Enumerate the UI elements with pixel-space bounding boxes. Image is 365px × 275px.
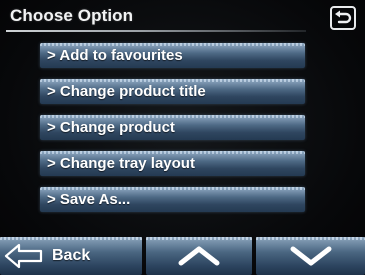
menu-item-change-tray-layout[interactable]: > Change tray layout bbox=[40, 151, 305, 176]
options-menu: > Add to favourites > Change product tit… bbox=[40, 43, 305, 223]
header-divider bbox=[6, 30, 306, 32]
page-title: Choose Option bbox=[10, 6, 134, 25]
menu-item-add-to-favourites[interactable]: > Add to favourites bbox=[40, 43, 305, 68]
chevron-up-icon bbox=[177, 245, 221, 267]
footer-bar: Back bbox=[0, 237, 365, 275]
return-button[interactable] bbox=[330, 6, 356, 30]
menu-item-save-as[interactable]: > Save As... bbox=[40, 187, 305, 212]
arrow-left-icon bbox=[4, 243, 44, 269]
back-label: Back bbox=[52, 247, 91, 264]
header: Choose Option bbox=[0, 0, 365, 38]
chevron-down-icon bbox=[289, 245, 333, 267]
menu-item-label: > Change product title bbox=[47, 83, 206, 100]
scroll-up-button[interactable] bbox=[146, 237, 252, 275]
return-arrow-icon bbox=[334, 10, 352, 26]
menu-item-label: > Change tray layout bbox=[47, 155, 195, 172]
touch-screen: Choose Option > Add to favourites > Chan… bbox=[0, 0, 365, 275]
back-button[interactable]: Back bbox=[0, 237, 142, 275]
menu-item-label: > Change product bbox=[47, 119, 175, 136]
scroll-down-button[interactable] bbox=[256, 237, 365, 275]
menu-item-label: > Save As... bbox=[47, 191, 131, 208]
menu-item-change-product[interactable]: > Change product bbox=[40, 115, 305, 140]
menu-item-change-product-title[interactable]: > Change product title bbox=[40, 79, 305, 104]
menu-item-label: > Add to favourites bbox=[47, 47, 183, 64]
